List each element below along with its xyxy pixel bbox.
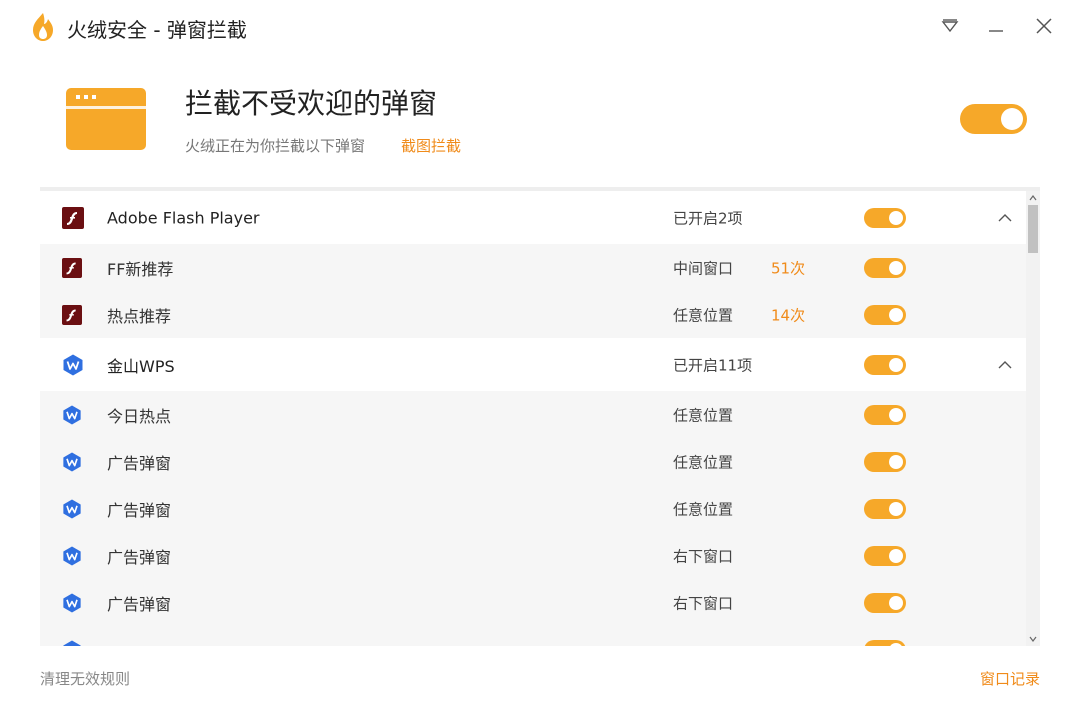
wps-icon <box>63 451 81 472</box>
wps-icon <box>63 404 81 425</box>
rule-position: 任意位置 <box>673 306 734 324</box>
rule-row: 广告弹窗 右下窗口 <box>40 579 1026 626</box>
group-row-kingsoft-wps[interactable]: 金山WPS 已开启11项 <box>40 338 1026 391</box>
rule-toggle[interactable] <box>864 257 906 278</box>
rule-position: 任意位置 <box>673 500 734 518</box>
rule-name: 广告弹窗 <box>107 547 172 567</box>
title-bar: 火绒安全 - 弹窗拦截 <box>0 0 1080 54</box>
clean-invalid-rules-link[interactable]: 清理无效规则 <box>40 668 130 689</box>
flash-icon <box>62 304 82 325</box>
flash-icon <box>62 257 82 278</box>
rule-list: Adobe Flash Player 已开启2项 FF新推荐 中间窗口 51次 <box>40 191 1026 646</box>
wps-icon <box>63 354 83 375</box>
group-status: 已开启11项 <box>673 356 753 374</box>
window-records-link[interactable]: 窗口记录 <box>980 668 1040 689</box>
rule-row: 广告弹窗 任意位置 <box>40 485 1026 532</box>
rule-toggle[interactable] <box>864 545 906 566</box>
rule-row-partial <box>40 626 1026 646</box>
chevron-up-icon[interactable] <box>996 359 1014 371</box>
rule-name: 广告弹窗 <box>107 500 172 520</box>
scroll-down-arrow-icon <box>1029 636 1037 642</box>
close-icon <box>1036 18 1052 34</box>
menu-dropdown-button[interactable] <box>938 14 962 38</box>
minimize-button[interactable] <box>984 14 1008 38</box>
rule-toggle[interactable] <box>864 592 906 613</box>
window-title: 火绒安全 - 弹窗拦截 <box>67 18 247 42</box>
rule-toggle[interactable] <box>864 451 906 472</box>
rule-name: 热点推荐 <box>107 306 172 326</box>
wps-icon <box>63 592 81 613</box>
rule-row: 热点推荐 任意位置 14次 <box>40 291 1026 338</box>
group-status: 已开启2项 <box>673 209 743 227</box>
popup-window-icon <box>66 88 146 150</box>
close-button[interactable] <box>1032 14 1056 38</box>
rule-row: 广告弹窗 任意位置 <box>40 438 1026 485</box>
page-subtitle: 火绒正在为你拦截以下弹窗 <box>185 137 366 155</box>
rule-position: 任意位置 <box>673 453 734 471</box>
rule-name: 广告弹窗 <box>107 594 172 614</box>
wps-icon <box>63 498 81 519</box>
feature-header: 拦截不受欢迎的弹窗 火绒正在为你拦截以下弹窗 截图拦截 <box>0 54 1080 184</box>
rule-position: 右下窗口 <box>673 547 734 565</box>
rule-row: 广告弹窗 右下窗口 <box>40 532 1026 579</box>
rule-block-count: 14次 <box>771 306 806 324</box>
wps-icon <box>63 639 81 646</box>
rule-row: 今日热点 任意位置 <box>40 391 1026 438</box>
chevron-up-icon[interactable] <box>996 212 1014 224</box>
flash-icon <box>62 206 84 229</box>
huorong-flame-logo-icon <box>33 13 53 41</box>
rule-position: 中间窗口 <box>673 259 734 277</box>
rule-name: 今日热点 <box>107 406 172 426</box>
rule-position: 右下窗口 <box>673 594 734 612</box>
rule-name: 广告弹窗 <box>107 453 172 473</box>
rule-toggle[interactable] <box>864 639 906 646</box>
master-enable-toggle[interactable] <box>960 104 1027 134</box>
rule-toggle[interactable] <box>864 404 906 425</box>
scroll-up-arrow-icon <box>1029 195 1037 201</box>
group-toggle[interactable] <box>864 207 906 228</box>
screenshot-block-link[interactable]: 截图拦截 <box>401 135 461 156</box>
rule-toggle[interactable] <box>864 498 906 519</box>
rule-toggle[interactable] <box>864 304 906 325</box>
minimize-icon <box>989 30 1003 32</box>
list-scrollbar[interactable] <box>1026 191 1040 646</box>
rule-block-count: 51次 <box>771 259 806 277</box>
wps-icon <box>63 545 81 566</box>
group-name: Adobe Flash Player <box>107 208 260 227</box>
group-name: 金山WPS <box>107 356 175 376</box>
group-toggle[interactable] <box>864 354 906 375</box>
triangle-down-icon <box>941 19 959 33</box>
rule-position: 任意位置 <box>673 406 734 424</box>
rule-row: FF新推荐 中间窗口 51次 <box>40 244 1026 291</box>
popup-blocker-window: 火绒安全 - 弹窗拦截 拦截不受欢迎的弹窗 火绒正在为你拦截以下弹窗 截图拦截 … <box>0 0 1080 711</box>
rule-name: FF新推荐 <box>107 259 174 279</box>
group-row-adobe-flash[interactable]: Adobe Flash Player 已开启2项 <box>40 191 1026 244</box>
scroll-down-button[interactable] <box>1026 632 1040 646</box>
page-title: 拦截不受欢迎的弹窗 <box>185 87 438 120</box>
scroll-up-button[interactable] <box>1026 191 1040 205</box>
scroll-thumb[interactable] <box>1028 205 1038 253</box>
